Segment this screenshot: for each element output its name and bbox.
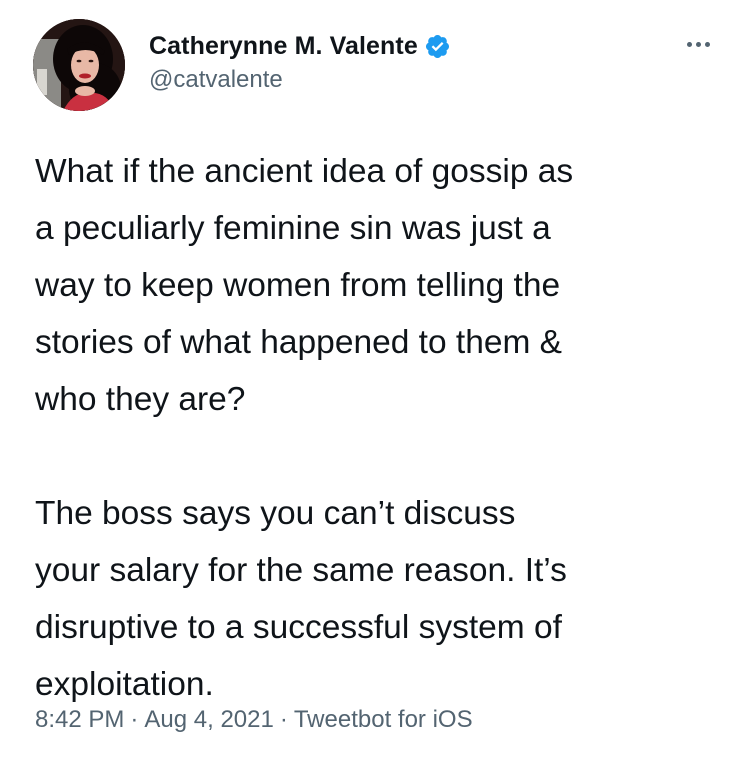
more-options-dot — [695, 41, 701, 47]
tweet-text-line: What if the ancient idea of gossip as — [35, 153, 574, 190]
tweet-text-line: disruptive to a successful system of — [35, 609, 562, 646]
author-handle[interactable]: @catvalente — [149, 66, 283, 94]
tweet-text-line: The boss says you can’t discuss — [35, 495, 516, 532]
profile-photo-icon — [33, 19, 125, 111]
tweet-text: What if the ancient idea of gossip as a … — [35, 143, 725, 713]
tweet-meta: 8:42 PM · Aug 4, 2021 · Tweetbot for iOS — [35, 706, 473, 734]
meta-separator: · — [279, 706, 288, 733]
meta-separator: · — [130, 706, 139, 733]
tweet-text-line: your salary for the same reason. It’s — [35, 552, 567, 589]
tweet-text-line: way to keep women from telling the — [35, 267, 561, 304]
tweet-source-link[interactable]: Tweetbot for iOS — [294, 706, 473, 733]
author-name-row[interactable]: Catherynne M. Valente — [149, 27, 451, 65]
verified-badge-icon — [424, 33, 451, 60]
tweet-date-link[interactable]: Aug 4, 2021 — [144, 706, 273, 733]
tweet-time-link[interactable]: 8:42 PM — [35, 706, 124, 733]
more-options-dot — [704, 41, 710, 47]
tweet-card: Catherynne M. Valente @catvalente What i… — [0, 0, 750, 774]
author-display-name[interactable]: Catherynne M. Valente — [149, 32, 418, 61]
tweet-text-line: a peculiarly feminine sin was just a — [35, 210, 551, 247]
avatar[interactable] — [33, 19, 125, 111]
tweet-text-line: who they are? — [35, 381, 246, 418]
more-options-icon — [686, 41, 692, 47]
tweet-text-line: exploitation. — [35, 666, 214, 703]
tweet-text-line: stories of what happened to them & — [35, 324, 563, 361]
more-options-button[interactable] — [676, 30, 720, 58]
